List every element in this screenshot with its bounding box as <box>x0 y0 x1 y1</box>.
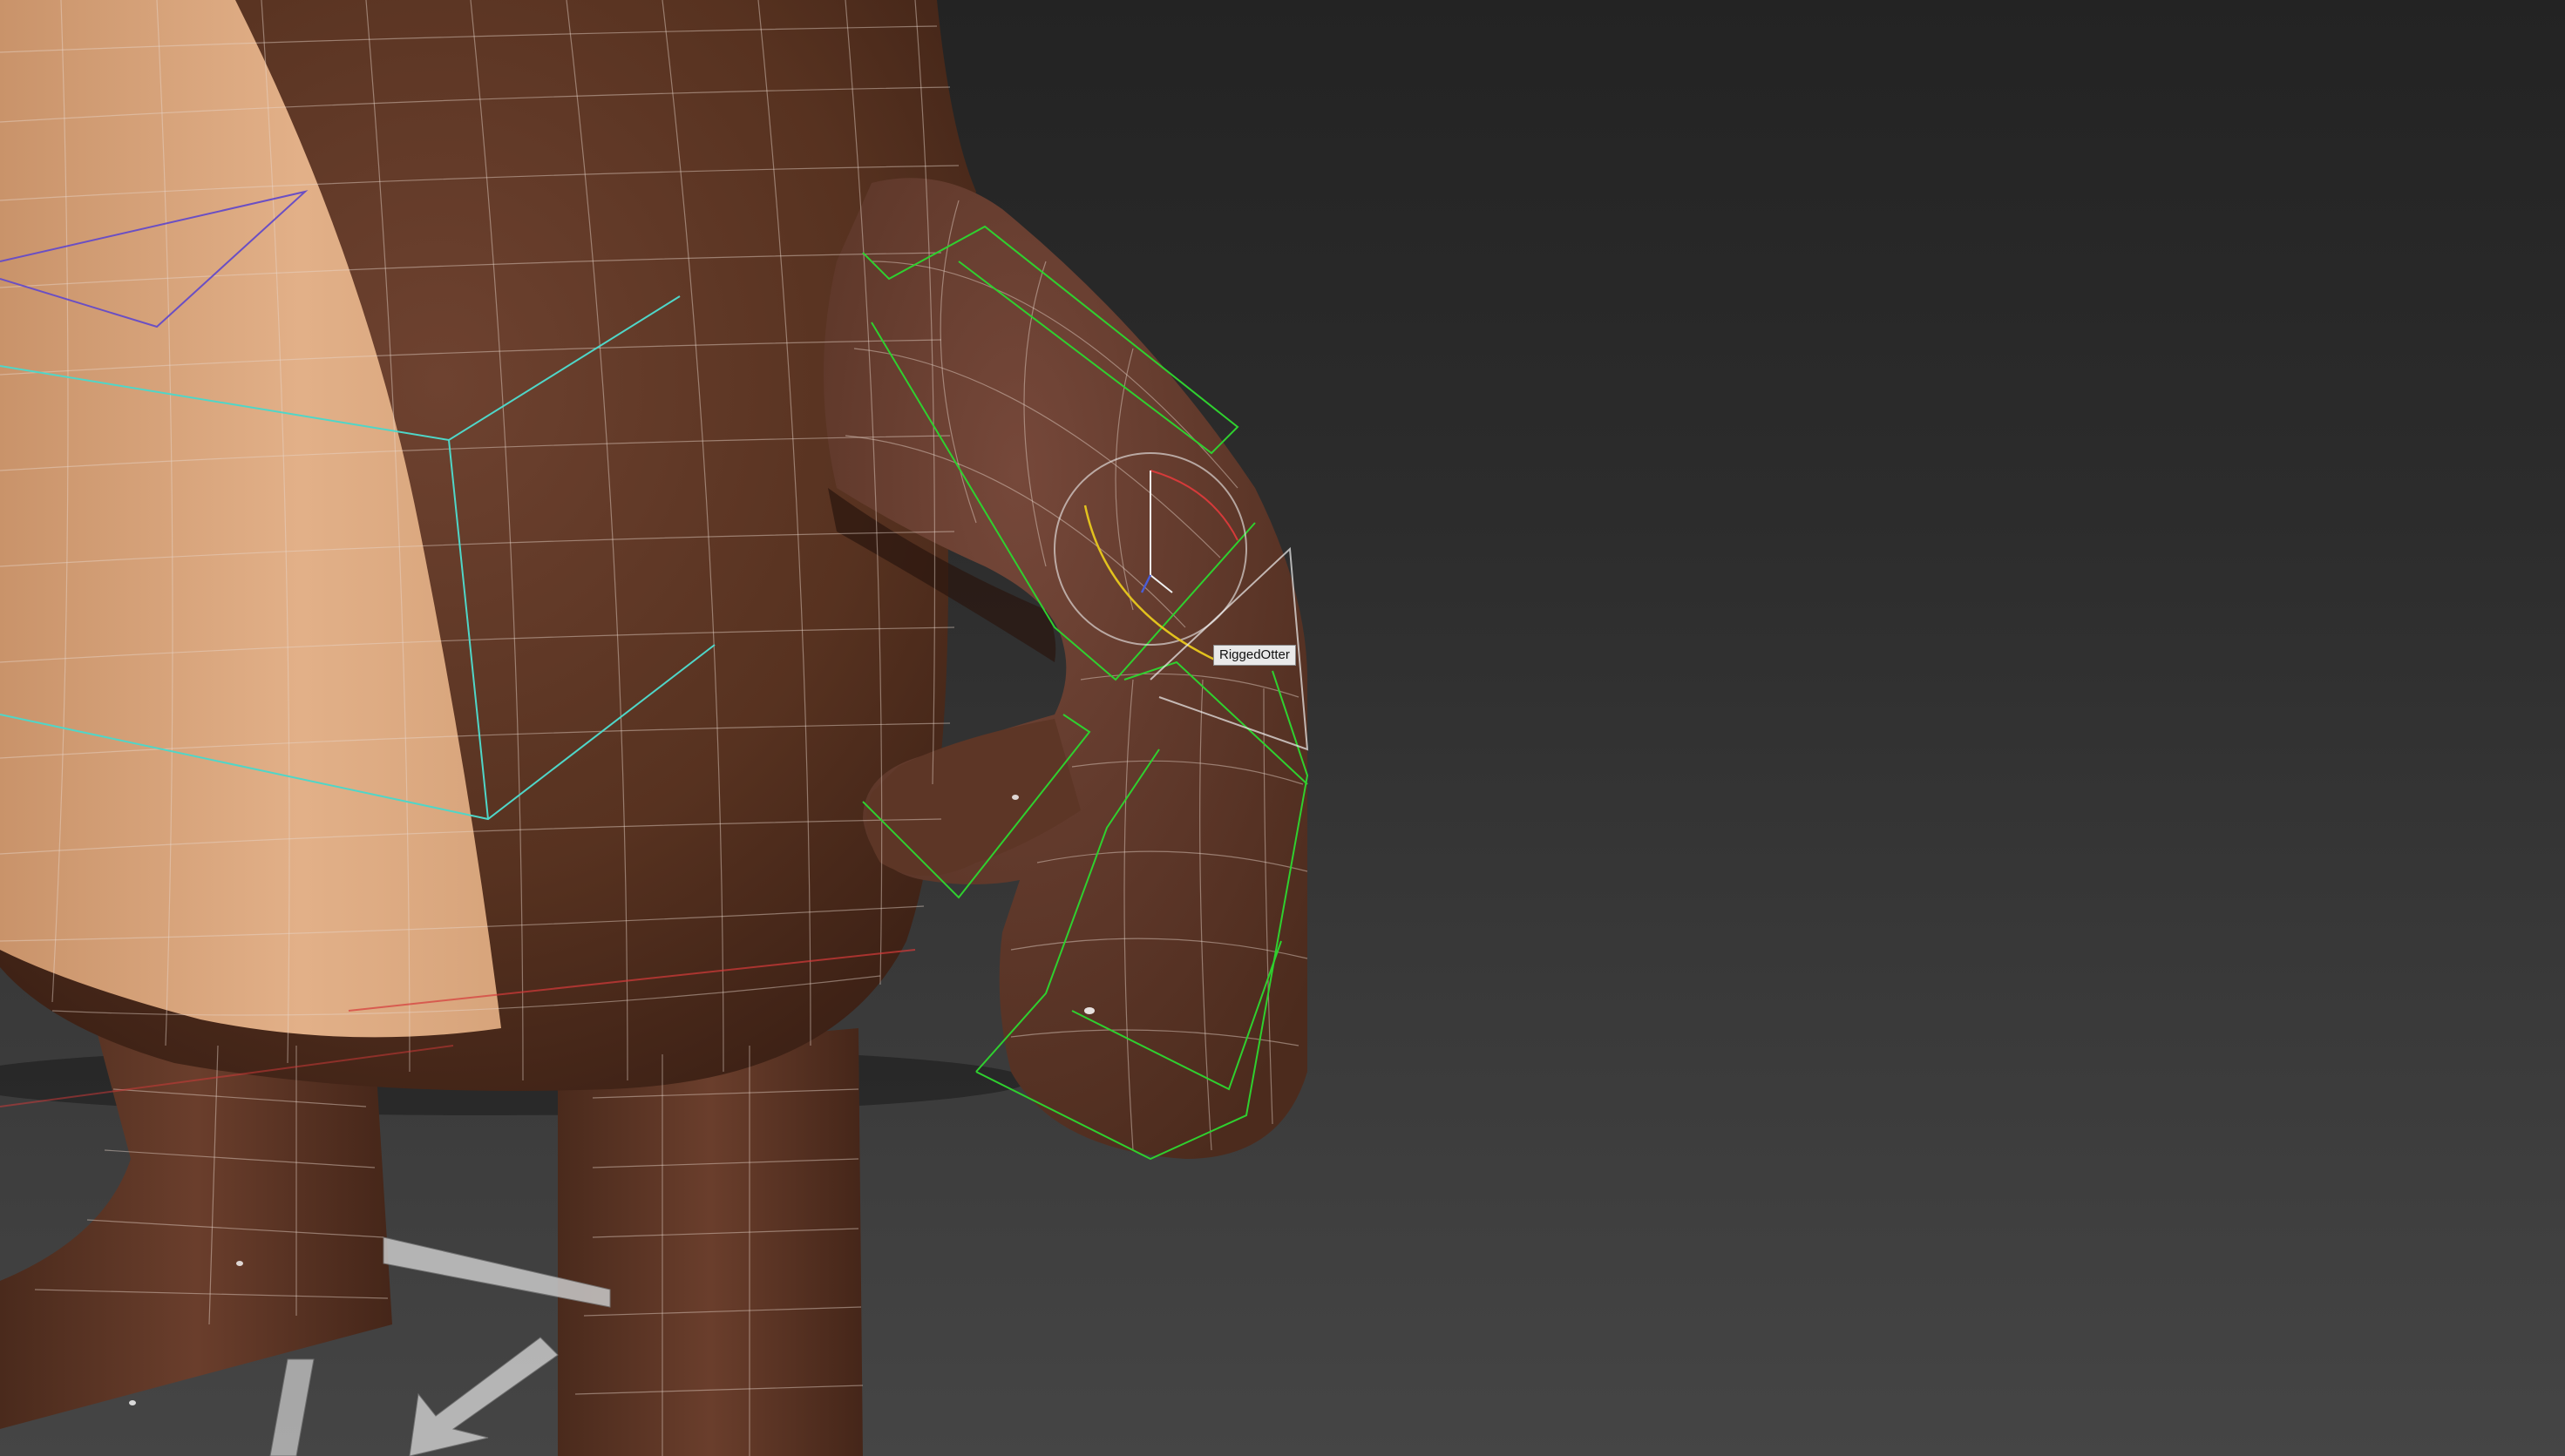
right-leg <box>558 1028 863 1456</box>
object-name-tooltip: RiggedOtter <box>1213 645 1296 666</box>
specular-highlight <box>236 1261 243 1266</box>
scene-render <box>0 0 1309 1456</box>
specular-highlight <box>1084 1007 1095 1014</box>
specular-highlight <box>129 1400 136 1405</box>
specular-highlight <box>1012 795 1019 800</box>
3d-viewport[interactable]: RiggedOtter <box>0 0 2565 1456</box>
